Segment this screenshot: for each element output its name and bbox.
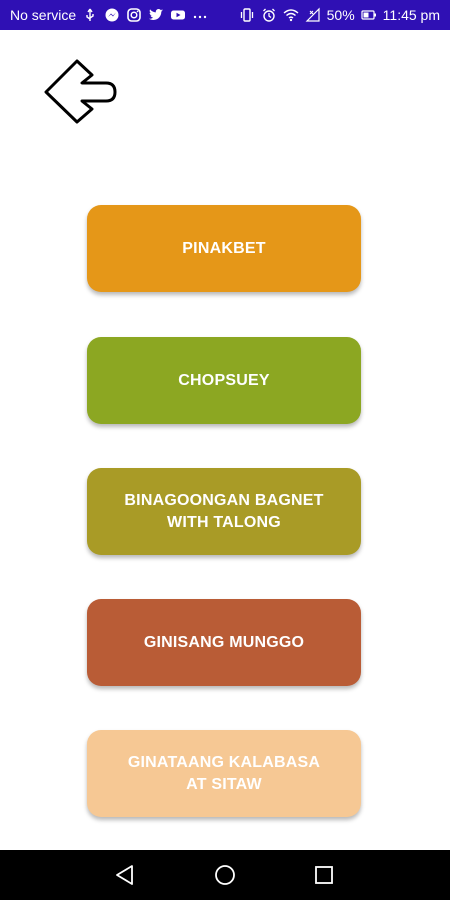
recents-square-icon <box>315 866 333 884</box>
ginataang-kalabasa-at-sitaw-button[interactable]: GINATAANG KALABASA AT SITAW <box>87 730 361 817</box>
status-bar: No service 50% 11:45 pm <box>0 0 450 30</box>
carrier-text: No service <box>10 7 77 23</box>
ginisang-munggo-button[interactable]: GINISANG MUNGGO <box>87 599 361 686</box>
alarm-icon <box>261 7 277 23</box>
messenger-icon <box>104 7 120 23</box>
pinakbet-button[interactable]: PINAKBET <box>87 205 361 292</box>
youtube-icon <box>170 7 186 23</box>
binagoongan-bagnet-with-talong-button[interactable]: BINAGOONGAN BAGNET WITH TALONG <box>87 468 361 555</box>
twitter-icon <box>148 7 164 23</box>
navigation-bar <box>0 850 450 900</box>
nav-home-button[interactable] <box>212 862 238 888</box>
back-triangle-icon <box>116 865 133 885</box>
status-left: No service <box>10 7 208 23</box>
chopsuey-button[interactable]: CHOPSUEY <box>87 337 361 424</box>
home-circle-icon <box>215 865 235 885</box>
battery-percent: 50% <box>326 7 355 23</box>
usb-icon <box>82 7 98 23</box>
nav-recents-button[interactable] <box>311 862 337 888</box>
instagram-icon <box>126 7 142 23</box>
nav-back-button[interactable] <box>112 862 138 888</box>
wifi-icon <box>283 7 299 23</box>
vibrate-icon <box>239 7 255 23</box>
clock-time: 11:45 pm <box>382 7 440 23</box>
more-icon <box>192 7 208 23</box>
battery-icon <box>361 7 377 23</box>
back-button[interactable] <box>44 58 118 124</box>
signal-icon <box>305 7 321 23</box>
back-arrow-icon <box>44 59 117 124</box>
status-right: 50% 11:45 pm <box>239 7 440 23</box>
